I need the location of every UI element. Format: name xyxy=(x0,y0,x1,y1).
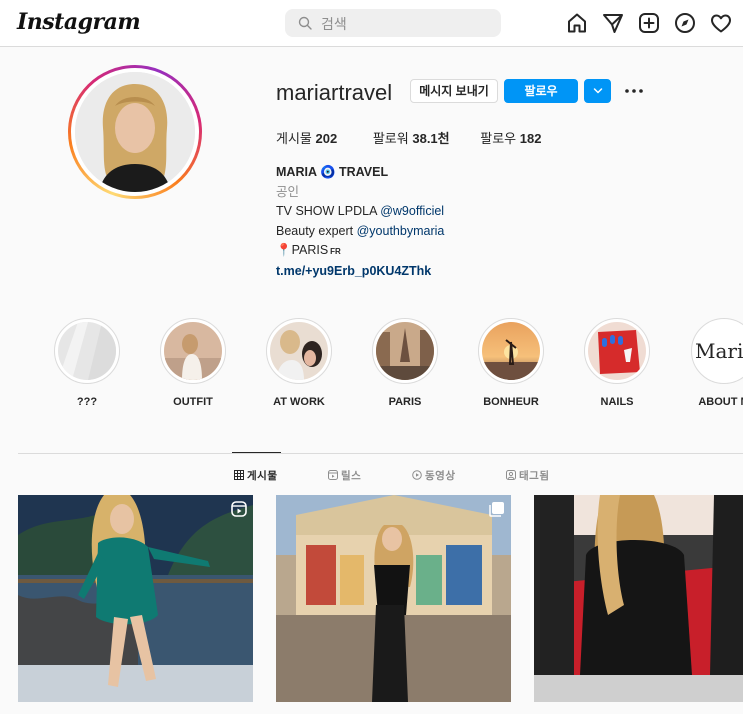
tab-videos[interactable]: 동영상 xyxy=(412,468,455,483)
video-play-icon xyxy=(412,470,422,480)
reels-icon xyxy=(328,470,338,480)
profile-username: mariartravel xyxy=(276,80,393,105)
post-thumbnail[interactable] xyxy=(276,495,511,702)
active-tab-indicator xyxy=(232,452,281,453)
highlight-cover xyxy=(58,322,116,380)
highlight-item[interactable]: OUTFIT xyxy=(143,318,243,408)
reel-badge-icon xyxy=(231,501,247,517)
explore-icon[interactable] xyxy=(673,11,697,35)
highlight-item[interactable]: Maria ABOUT M xyxy=(674,318,743,408)
profile-bio: MARIA 🧿 TRAVEL 공인 TV SHOW LPDLA @w9offic… xyxy=(276,163,444,282)
highlight-item[interactable]: ??? xyxy=(37,318,137,408)
followers-stat[interactable]: 팔로워 38.1천 xyxy=(373,128,450,147)
new-post-icon[interactable] xyxy=(637,11,661,35)
highlight-item[interactable]: AT WORK xyxy=(249,318,349,408)
pin-icon: 📍 xyxy=(276,243,292,258)
instagram-logo[interactable]: Instagram xyxy=(17,9,141,35)
highlight-item[interactable]: PARIS xyxy=(355,318,455,408)
follow-button[interactable]: 팔로우 xyxy=(504,79,578,103)
highlight-cover xyxy=(164,322,222,380)
activity-heart-icon[interactable] xyxy=(709,11,733,35)
following-stat[interactable]: 팔로우 182 xyxy=(480,128,541,147)
search-box[interactable] xyxy=(285,9,501,39)
w9officiel-mention-link[interactable]: @w9officiel xyxy=(380,204,444,218)
multiple-photos-icon xyxy=(489,502,504,517)
highlight-cover xyxy=(376,322,434,380)
highlight-cover xyxy=(588,322,646,380)
tabs-divider xyxy=(18,453,743,454)
bio-category: 공인 xyxy=(276,184,300,199)
tab-reels[interactable]: 릴스 xyxy=(328,468,361,483)
youthbymaria-mention-link[interactable]: @youthbymaria xyxy=(357,224,445,238)
avatar[interactable] xyxy=(75,72,195,192)
profile-avatar-ring[interactable] xyxy=(68,65,202,199)
chevron-down-icon xyxy=(593,88,602,94)
tab-posts[interactable]: 게시물 xyxy=(234,468,277,483)
tab-tagged[interactable]: 태그됨 xyxy=(506,468,549,483)
bio-line-tv-show: TV SHOW LPDLA @w9officiel xyxy=(276,204,445,219)
profile-stats: 게시물 202 팔로워 38.1천 팔로우 182 xyxy=(276,128,573,147)
suggested-accounts-button[interactable] xyxy=(584,79,611,103)
followers-count: 38.1천 xyxy=(412,131,450,146)
posts-count: 202 xyxy=(315,131,338,146)
post-thumbnail[interactable] xyxy=(534,495,743,702)
post-thumbnail[interactable] xyxy=(18,495,253,702)
direct-message-icon[interactable] xyxy=(601,11,625,35)
search-input[interactable] xyxy=(319,9,493,39)
bio-line-beauty: Beauty expert @youthbymaria xyxy=(276,223,445,238)
highlight-cover xyxy=(270,322,328,380)
highlight-item[interactable]: NAILS xyxy=(567,318,667,408)
highlight-cover: Maria xyxy=(695,322,743,380)
following-count: 182 xyxy=(519,131,542,146)
home-icon[interactable] xyxy=(565,11,589,35)
message-button[interactable]: 메시지 보내기 xyxy=(410,79,498,103)
bio-external-link[interactable]: t.me/+yu9Erb_p0KU4ZThk xyxy=(276,262,444,282)
highlight-item[interactable]: BONHEUR xyxy=(461,318,561,408)
highlight-cover xyxy=(482,322,540,380)
bio-full-name: MARIA 🧿 TRAVEL xyxy=(276,165,389,179)
grid-icon xyxy=(234,470,244,480)
search-icon xyxy=(298,16,312,30)
bio-line-location: 📍PARIS FR xyxy=(276,243,341,258)
tagged-user-icon xyxy=(506,470,516,480)
top-nav: Instagram xyxy=(0,0,743,47)
posts-stat: 게시물 202 xyxy=(276,131,338,146)
more-options-icon[interactable] xyxy=(624,83,644,99)
